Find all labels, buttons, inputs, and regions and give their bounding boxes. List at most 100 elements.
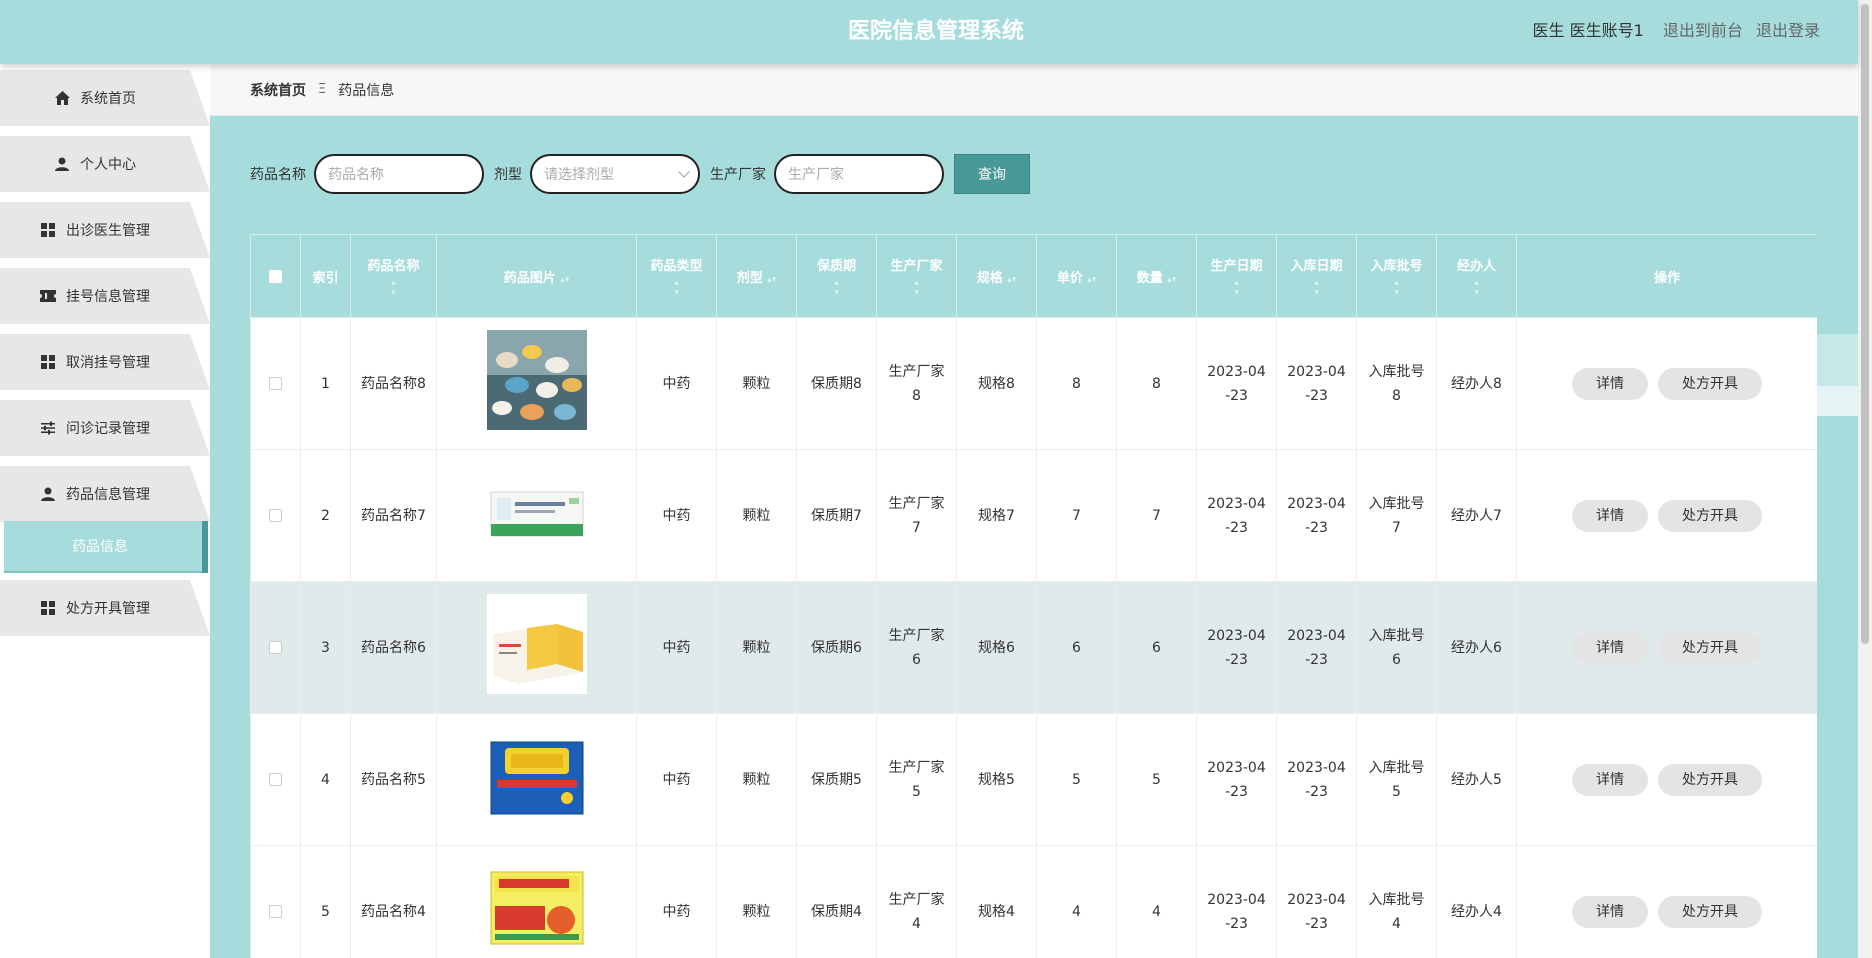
col-header-label: 剂型 [736, 270, 763, 286]
row-checkbox[interactable] [269, 641, 282, 654]
grid-icon [40, 354, 56, 370]
cell-handler: 经办人4 [1436, 845, 1517, 958]
col-header[interactable]: 数量 ▴▾ [1116, 234, 1197, 318]
sort-icon: ▴▾ [1087, 274, 1097, 285]
cell-price: 7 [1036, 449, 1117, 582]
top-header: 医院信息管理系统 医生 医生账号1 退出到前台 退出登录 [0, 0, 1858, 64]
col-header-label: 生产厂家 [890, 258, 943, 274]
prescribe-button[interactable]: 处方开具 [1658, 499, 1762, 532]
sidebar-item-label: 系统首页 [80, 91, 136, 107]
table-row[interactable]: 3 药品名称6 中药 颗粒 保质期6 生产厂家6 规格6 6 6 2023-04… [250, 581, 1817, 714]
col-header-label: 单价 [1056, 270, 1083, 286]
col-header[interactable]: 索引 [300, 234, 351, 318]
breadcrumb-separator: Ξ [318, 82, 327, 97]
select-all[interactable] [250, 234, 301, 318]
col-header-label: 药品类型 [650, 258, 703, 274]
cell-maker: 生产厂家6 [876, 581, 957, 714]
cell-qty: 6 [1116, 581, 1197, 714]
query-button[interactable]: 查询 [954, 154, 1030, 194]
col-header: 操作 [1516, 234, 1817, 318]
cell-batch: 入库批号8 [1356, 317, 1437, 450]
form-select[interactable]: 请选择剂型 [530, 154, 700, 194]
row-checkbox[interactable] [269, 509, 282, 522]
cell-actions: 详情 处方开具 [1516, 713, 1817, 846]
row-checkbox[interactable] [269, 377, 282, 390]
col-header[interactable]: 药品类型 ▴ ▾ [636, 234, 717, 318]
sidebar-item-profile[interactable]: 个人中心 [0, 136, 210, 192]
sidebar-item-home[interactable]: 系统首页 [0, 70, 210, 126]
sidebar-item-doctor[interactable]: 出诊医生管理 [0, 202, 210, 258]
sidebar-item-medicine[interactable]: 药品信息管理 [0, 466, 210, 522]
sidebar-item-label: 处方开具管理 [66, 601, 150, 617]
col-header[interactable]: 生产日期 ▴ ▾ [1196, 234, 1277, 318]
table-row[interactable]: 4 药品名称5 中药 颗粒 保质期5 生产厂家5 规格5 5 5 2023-04… [250, 713, 1817, 846]
sidebar-item-label: 问诊记录管理 [66, 421, 150, 437]
sidebar-item-consultation[interactable]: 问诊记录管理 [0, 400, 210, 456]
detail-button[interactable]: 详情 [1572, 763, 1648, 796]
cell-index: 4 [300, 713, 351, 846]
cell-spec: 规格7 [956, 449, 1037, 582]
col-header-label: 规格 [976, 270, 1003, 286]
cell-image [436, 317, 637, 450]
medicine-image [486, 329, 587, 430]
cell-prod-date: 2023-04-23 [1196, 713, 1277, 846]
sidebar-item-prescription[interactable]: 处方开具管理 [0, 580, 210, 636]
cell-form: 颗粒 [716, 449, 797, 582]
prescribe-button[interactable]: 处方开具 [1658, 763, 1762, 796]
cell-shelf: 保质期6 [796, 581, 877, 714]
sidebar-subitem-label: 药品信息 [72, 539, 128, 555]
col-header[interactable]: 规格 ▴▾ [956, 234, 1037, 318]
prescribe-button[interactable]: 处方开具 [1658, 631, 1762, 664]
prescribe-button[interactable]: 处方开具 [1658, 367, 1762, 400]
breadcrumb-home[interactable]: 系统首页 [250, 80, 306, 100]
col-header[interactable]: 单价 ▴▾ [1036, 234, 1117, 318]
col-header[interactable]: 生产厂家 ▴ ▾ [876, 234, 957, 318]
cell-spec: 规格5 [956, 713, 1037, 846]
table-header-row: 索引 药品名称 ▴ ▾ 药品图片 ▴▾ 药品类型 ▴ ▾ 剂型 ▴▾ 保质期 ▴ ▾ 生产厂… [250, 234, 1817, 318]
cell-name: 药品名称8 [350, 317, 437, 450]
col-header[interactable]: 入库批号 ▴ ▾ [1356, 234, 1437, 318]
cell-qty: 4 [1116, 845, 1197, 958]
front-link[interactable]: 退出到前台 [1663, 21, 1743, 40]
select-all-checkbox[interactable] [269, 269, 282, 283]
sidebar-subitem-medicine-info[interactable]: 药品信息 [4, 521, 208, 573]
cell-in-date: 2023-04-23 [1276, 713, 1357, 846]
col-header[interactable]: 药品图片 ▴▾ [436, 234, 637, 318]
cell-price: 6 [1036, 581, 1117, 714]
maker-input[interactable]: 生产厂家 [774, 154, 944, 194]
row-checkbox[interactable] [269, 773, 282, 786]
cell-actions: 详情 处方开具 [1516, 317, 1817, 450]
detail-button[interactable]: 详情 [1572, 367, 1648, 400]
col-header[interactable]: 保质期 ▴ ▾ [796, 234, 877, 318]
col-header[interactable]: 入库日期 ▴ ▾ [1276, 234, 1357, 318]
cell-prod-date: 2023-04-23 [1196, 449, 1277, 582]
sidebar-item-registration[interactable]: 挂号信息管理 [0, 268, 210, 324]
logout-link[interactable]: 退出登录 [1756, 21, 1820, 40]
prescribe-button[interactable]: 处方开具 [1658, 895, 1762, 928]
row-checkbox[interactable] [269, 905, 282, 918]
table-row[interactable]: 1 药品名称8 中药 颗粒 保质期8 生产厂家8 规格8 8 8 2023-04… [250, 317, 1817, 450]
cell-prod-date: 2023-04-23 [1196, 845, 1277, 958]
detail-button[interactable]: 详情 [1572, 631, 1648, 664]
sidebar: 系统首页 个人中心 出诊医生管理 挂号信息管理 取消挂号管理 问诊记录管理 药品… [0, 64, 210, 958]
page-scrollbar[interactable] [1858, 0, 1872, 958]
medicine-image [486, 593, 587, 694]
col-header[interactable]: 经办人 ▴ ▾ [1436, 234, 1517, 318]
detail-button[interactable]: 详情 [1572, 499, 1648, 532]
cell-shelf: 保质期7 [796, 449, 877, 582]
scrollbar-thumb[interactable] [1861, 4, 1869, 644]
table-row[interactable]: 2 药品名称7 中药 颗粒 保质期7 生产厂家7 规格7 7 7 2023-04… [250, 449, 1817, 582]
cell-maker: 生产厂家7 [876, 449, 957, 582]
form-label: 剂型 [494, 167, 522, 183]
cell-name: 药品名称6 [350, 581, 437, 714]
sidebar-item-cancel[interactable]: 取消挂号管理 [0, 334, 210, 390]
chevron-down-icon [678, 166, 690, 178]
table-row[interactable]: 5 药品名称4 中药 颗粒 保质期4 生产厂家4 规格4 4 4 2023-04… [250, 845, 1817, 958]
cell-handler: 经办人5 [1436, 713, 1517, 846]
col-header-label: 索引 [312, 270, 339, 286]
detail-button[interactable]: 详情 [1572, 895, 1648, 928]
col-header[interactable]: 药品名称 ▴ ▾ [350, 234, 437, 318]
name-input[interactable]: 药品名称 [314, 154, 484, 194]
col-header[interactable]: 剂型 ▴▾ [716, 234, 797, 318]
ticket-icon [40, 288, 56, 304]
